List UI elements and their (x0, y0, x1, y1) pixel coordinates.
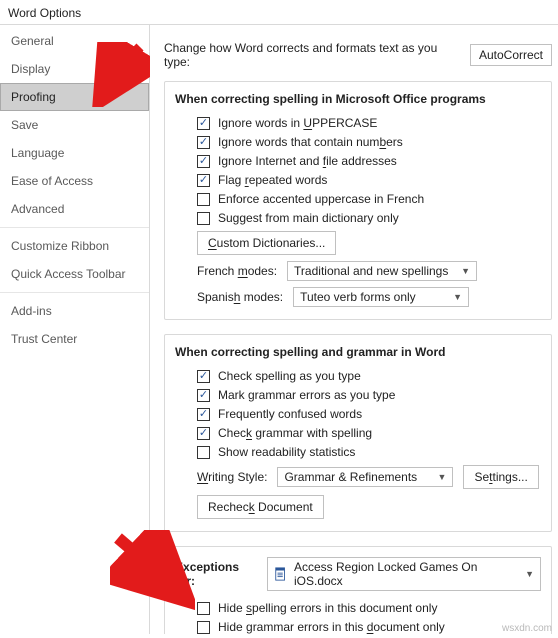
checkbox-icon[interactable] (197, 117, 210, 130)
nav-separator (0, 292, 149, 293)
french-modes-row: French modes: Traditional and new spelli… (197, 261, 541, 281)
select-value: Grammar & Refinements (284, 470, 417, 484)
opt-label: Mark grammar errors as you type (218, 388, 395, 402)
opt-label: Show readability statistics (218, 445, 355, 459)
opt-ignore-uppercase[interactable]: Ignore words in UPPERCASE (175, 116, 541, 130)
select-value: Traditional and new spellings (294, 264, 448, 278)
checkbox-icon[interactable] (197, 136, 210, 149)
opt-label: Ignore words in UPPERCASE (218, 116, 377, 130)
group-office-title: When correcting spelling in Microsoft Of… (175, 92, 541, 106)
exceptions-header: Exceptions for: Access Region Locked Gam… (175, 557, 541, 591)
nav-item-proofing[interactable]: Proofing (0, 83, 149, 111)
custom-dictionaries-button[interactable]: Custom Dictionaries... (197, 231, 336, 255)
group-exceptions: Exceptions for: Access Region Locked Gam… (164, 546, 552, 634)
window-title: Word Options (0, 0, 558, 24)
nav-item-add-ins[interactable]: Add-ins (0, 297, 149, 325)
writing-style-select[interactable]: Grammar & Refinements ▼ (277, 467, 453, 487)
opt-flag-repeated[interactable]: Flag repeated words (175, 173, 541, 187)
checkbox-icon[interactable] (197, 427, 210, 440)
opt-readability-stats[interactable]: Show readability statistics (175, 445, 541, 459)
writing-style-label: Writing Style: (197, 470, 267, 484)
main-panel: Change how Word corrects and formats tex… (150, 25, 558, 634)
exceptions-document-select[interactable]: Access Region Locked Games On iOS.docx ▼ (267, 557, 541, 591)
checkbox-icon[interactable] (197, 212, 210, 225)
select-value: Tuteo verb forms only (300, 290, 416, 304)
autocorrect-options-button[interactable]: AutoCorrect (470, 44, 552, 66)
writing-style-row: Writing Style: Grammar & Refinements ▼ S… (197, 465, 541, 489)
watermark-text: wsxdn.com (502, 623, 552, 634)
custom-dictionaries-row: Custom Dictionaries... (197, 231, 541, 255)
select-value: Access Region Locked Games On iOS.docx (294, 560, 519, 588)
nav-item-advanced[interactable]: Advanced (0, 195, 149, 223)
opt-label: Hide grammar errors in this document onl… (218, 620, 445, 634)
checkbox-icon[interactable] (197, 389, 210, 402)
recheck-document-button[interactable]: Recheck Document (197, 495, 324, 519)
nav-item-display[interactable]: Display (0, 55, 149, 83)
opt-label: Check grammar with spelling (218, 426, 372, 440)
opt-suggest-main-dict[interactable]: Suggest from main dictionary only (175, 211, 541, 225)
opt-ignore-numbers[interactable]: Ignore words that contain numbers (175, 135, 541, 149)
checkbox-icon[interactable] (197, 193, 210, 206)
opt-hide-spelling-errors[interactable]: Hide spelling errors in this document on… (175, 601, 541, 615)
checkbox-icon[interactable] (197, 408, 210, 421)
chevron-down-icon: ▼ (453, 292, 462, 302)
opt-hide-grammar-errors[interactable]: Hide grammar errors in this document onl… (175, 620, 541, 634)
opt-label: Ignore words that contain numbers (218, 135, 403, 149)
nav-separator (0, 227, 149, 228)
nav-item-ease-of-access[interactable]: Ease of Access (0, 167, 149, 195)
french-modes-select[interactable]: Traditional and new spellings ▼ (287, 261, 477, 281)
checkbox-icon[interactable] (197, 602, 210, 615)
opt-check-spelling-type[interactable]: Check spelling as you type (175, 369, 541, 383)
nav-item-save[interactable]: Save (0, 111, 149, 139)
french-modes-label: French modes: (197, 264, 277, 278)
settings-button[interactable]: Settings... (463, 465, 538, 489)
exceptions-label: Exceptions for: (175, 560, 259, 588)
opt-label: Hide spelling errors in this document on… (218, 601, 437, 615)
nav-item-language[interactable]: Language (0, 139, 149, 167)
spanish-modes-select[interactable]: Tuteo verb forms only ▼ (293, 287, 469, 307)
recheck-row: Recheck Document (197, 495, 541, 519)
chevron-down-icon: ▼ (438, 472, 447, 482)
nav-item-general[interactable]: General (0, 27, 149, 55)
chevron-down-icon: ▼ (461, 266, 470, 276)
content-area: General Display Proofing Save Language E… (0, 24, 558, 634)
chevron-down-icon: ▼ (525, 569, 534, 579)
opt-label: Ignore Internet and file addresses (218, 154, 397, 168)
opt-check-grammar-with-spelling[interactable]: Check grammar with spelling (175, 426, 541, 440)
opt-frequently-confused[interactable]: Frequently confused words (175, 407, 541, 421)
group-word-title: When correcting spelling and grammar in … (175, 345, 541, 359)
document-icon (274, 567, 288, 581)
checkbox-icon[interactable] (197, 370, 210, 383)
intro-row: Change how Word corrects and formats tex… (164, 41, 552, 69)
opt-label: Enforce accented uppercase in French (218, 192, 424, 206)
checkbox-icon[interactable] (197, 621, 210, 634)
opt-label: Suggest from main dictionary only (218, 211, 399, 225)
intro-text: Change how Word corrects and formats tex… (164, 41, 460, 69)
opt-label: Flag repeated words (218, 173, 327, 187)
opt-label: Check spelling as you type (218, 369, 361, 383)
nav-item-trust-center[interactable]: Trust Center (0, 325, 149, 353)
nav-item-quick-access-toolbar[interactable]: Quick Access Toolbar (0, 260, 149, 288)
checkbox-icon[interactable] (197, 155, 210, 168)
opt-mark-grammar-type[interactable]: Mark grammar errors as you type (175, 388, 541, 402)
opt-ignore-internet[interactable]: Ignore Internet and file addresses (175, 154, 541, 168)
checkbox-icon[interactable] (197, 446, 210, 459)
nav-item-customize-ribbon[interactable]: Customize Ribbon (0, 232, 149, 260)
opt-enforce-accented[interactable]: Enforce accented uppercase in French (175, 192, 541, 206)
opt-label: Frequently confused words (218, 407, 362, 421)
spanish-modes-row: Spanish modes: Tuteo verb forms only ▼ (197, 287, 541, 307)
group-word-spelling: When correcting spelling and grammar in … (164, 334, 552, 532)
checkbox-icon[interactable] (197, 174, 210, 187)
group-office-spelling: When correcting spelling in Microsoft Of… (164, 81, 552, 320)
nav-sidebar: General Display Proofing Save Language E… (0, 25, 150, 634)
spanish-modes-label: Spanish modes: (197, 290, 283, 304)
